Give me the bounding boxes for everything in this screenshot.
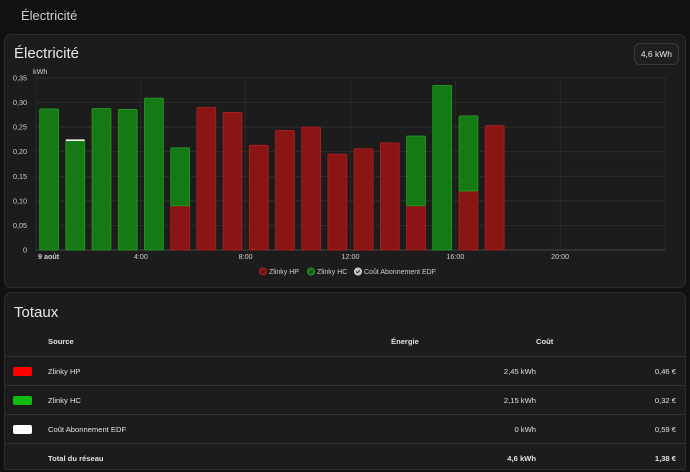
top-bar: Électricité (0, 0, 690, 32)
bar-zlinky-hc (433, 85, 452, 250)
row-source: Coût Abonnement EDF (48, 415, 391, 444)
header-cost: Coût (536, 327, 685, 357)
y-tick-label: 0 (23, 246, 27, 255)
color-swatch-hp (13, 367, 32, 376)
color-swatch-abonnement (13, 425, 32, 434)
bar-zlinky-hp (276, 131, 295, 250)
bar-zlinky-hc (40, 109, 59, 250)
bar-zlinky-hp (407, 206, 426, 250)
y-tick-label: 0,30 (13, 98, 27, 107)
totals-card-title: Totaux (14, 304, 58, 321)
bar-zlinky-hc (459, 116, 478, 191)
table-row: Coût Abonnement EDF 0 kWh 0,59 € (5, 415, 685, 444)
x-tick-label: 4:00 (134, 252, 148, 261)
energy-bar-chart: 0,35 0,30 0,25 0,20 0,15 0,10 0,05 0 kWh 9 août 4:… (5, 35, 685, 287)
total-row-source: Total du réseau (48, 444, 391, 472)
bar-zlinky-hp (249, 145, 268, 250)
energy-usage-card: 0,35 0,30 0,25 0,20 0,15 0,10 0,05 0 kWh 9 août 4:… (4, 34, 686, 288)
energy-card-title: Électricité (14, 45, 79, 62)
legend-marker (354, 268, 361, 275)
y-tick-label: 0,35 (13, 74, 27, 83)
x-tick-label: 12:00 (342, 252, 360, 261)
y-axis-unit-label: kWh (33, 67, 47, 76)
bar-zlinky-hp (354, 149, 373, 250)
totals-card: Totaux Source Énergie Coût Zlinky HP 2,4… (4, 292, 686, 470)
bar-zlinky-hp (171, 206, 190, 250)
total-energy-badge: 4,6 kWh (634, 43, 679, 65)
bar-zlinky-hp (302, 127, 321, 250)
x-tick-label: 16:00 (446, 252, 464, 261)
bar-zlinky-hc (118, 109, 137, 250)
bar-zlinky-hp (197, 107, 216, 250)
row-cost: 0,32 € (536, 386, 685, 415)
table-row: Zlinky HP 2,45 kWh 0,46 € (5, 357, 685, 386)
page-title: Électricité (21, 8, 77, 23)
header-swatch-cell (5, 327, 48, 357)
bar-zlinky-hp (485, 126, 504, 250)
bar-zlinky-hp (380, 143, 399, 250)
bar-zlinky-hc (171, 148, 190, 206)
row-cost: 0,46 € (536, 357, 685, 386)
x-tick-label: 8:00 (239, 252, 253, 261)
row-source: Zlinky HC (48, 386, 391, 415)
header-source: Source (48, 327, 391, 357)
y-tick-label: 0,15 (13, 172, 27, 181)
total-row-cost: 1,38 € (536, 444, 685, 472)
bar-zlinky-hp (459, 191, 478, 250)
y-tick-label: 0,10 (13, 196, 27, 205)
row-energy: 2,45 kWh (391, 357, 536, 386)
x-tick-label: 9 août (38, 252, 60, 261)
y-tick-label: 0,05 (13, 221, 27, 230)
header-energy: Énergie (391, 327, 536, 357)
totals-table: Source Énergie Coût Zlinky HP 2,45 kWh 0… (5, 327, 685, 472)
bar-zlinky-hc (66, 141, 85, 250)
row-cost: 0,59 € (536, 415, 685, 444)
total-row: Total du réseau 4,6 kWh 1,38 € (5, 444, 685, 472)
legend-label: Zlinky HC (317, 269, 347, 276)
totals-header-row: Source Énergie Coût (5, 327, 685, 357)
bar-zlinky-hc (92, 108, 111, 250)
total-row-energy: 4,6 kWh (391, 444, 536, 472)
x-tick-label: 20:00 (551, 252, 569, 261)
bar-zlinky-hp (328, 154, 347, 250)
legend-label: Zlinky HP (269, 269, 299, 276)
color-swatch-hc (13, 396, 32, 405)
bar-zlinky-hc (407, 136, 426, 206)
legend-label: Coût Abonnement EDF (364, 269, 436, 276)
bar-cout-abonnement (66, 139, 85, 141)
table-row: Zlinky HC 2,15 kWh 0,32 € (5, 386, 685, 415)
legend-marker (259, 268, 266, 275)
row-source: Zlinky HP (48, 357, 391, 386)
y-tick-label: 0,20 (13, 147, 27, 156)
legend-marker (307, 268, 314, 275)
row-energy: 0 kWh (391, 415, 536, 444)
bar-zlinky-hc (145, 98, 164, 250)
y-tick-label: 0,25 (13, 123, 27, 132)
bar-zlinky-hp (223, 112, 242, 250)
row-energy: 2,15 kWh (391, 386, 536, 415)
